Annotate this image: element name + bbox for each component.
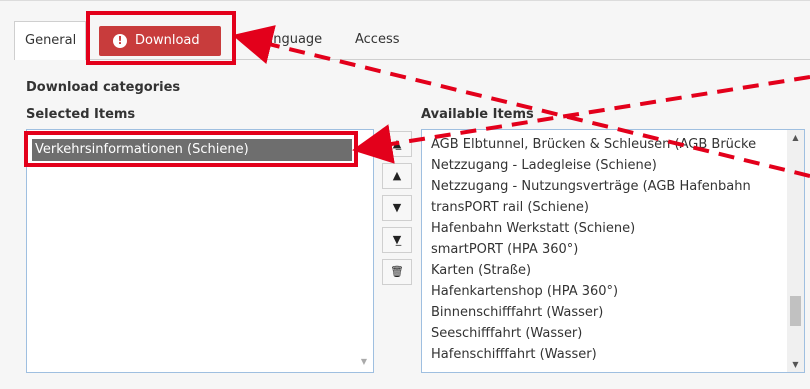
- list-item[interactable]: Hafenkartenshop (HPA 360°): [431, 282, 783, 302]
- move-up-icon: ▲: [392, 169, 402, 182]
- move-down-icon: ▼: [392, 201, 402, 214]
- list-item[interactable]: Netzzugang - Nutzungsverträge (AGB Hafen…: [431, 177, 783, 197]
- list-item[interactable]: Hafenschifffahrt (Wasser): [431, 345, 783, 365]
- move-to-top-icon: ▲̲: [392, 137, 402, 150]
- move-up-button[interactable]: ▲: [382, 163, 412, 189]
- move-to-bottom-button[interactable]: ▼̲: [382, 227, 412, 253]
- list-item[interactable]: Binnenschifffahrt (Wasser): [431, 303, 783, 323]
- selected-items-label: Selected Items: [26, 107, 136, 122]
- vertical-scrollbar[interactable]: ▲ ▼: [787, 130, 804, 372]
- tab-access[interactable]: Access: [345, 21, 415, 59]
- tab-download-label: Download: [135, 33, 200, 48]
- scroll-down-icon[interactable]: ▼: [787, 360, 804, 369]
- tab-bar: General ! Download Language Access: [14, 21, 810, 60]
- remove-button[interactable]: 🗑: [382, 259, 412, 285]
- section-title: Download categories: [26, 80, 181, 95]
- scrollbar-thumb[interactable]: [790, 296, 801, 326]
- move-to-bottom-icon: ▼̲: [392, 233, 402, 246]
- list-item[interactable]: transPORT rail (Schiene): [431, 198, 783, 218]
- settings-panel: General ! Download Language Access Downlo…: [0, 0, 810, 389]
- move-down-button[interactable]: ▼: [382, 195, 412, 221]
- available-items-list[interactable]: AGB Elbtunnel, Brücken & Schleusen (AGB …: [421, 129, 805, 373]
- move-to-top-button[interactable]: ▲̲: [382, 131, 412, 157]
- selected-items-list[interactable]: Verkehrsinformationen (Schiene) ▼: [26, 129, 374, 373]
- tab-language[interactable]: Language: [248, 21, 328, 59]
- selected-item[interactable]: Verkehrsinformationen (Schiene): [32, 139, 352, 161]
- exclamation-circle-icon: !: [113, 33, 127, 48]
- list-item[interactable]: smartPORT (HPA 360°): [431, 240, 783, 260]
- trash-icon: 🗑: [390, 265, 404, 278]
- list-item[interactable]: Seeschifffahrt (Wasser): [431, 324, 783, 344]
- tab-general[interactable]: General: [14, 21, 86, 60]
- list-item[interactable]: Hafenbahn Werkstatt (Schiene): [431, 219, 783, 239]
- list-item[interactable]: Karten (Straße): [431, 261, 783, 281]
- list-item[interactable]: Netzzugang - Ladegleise (Schiene): [431, 156, 783, 176]
- list-item[interactable]: AGB Elbtunnel, Brücken & Schleusen (AGB …: [431, 135, 783, 155]
- tab-download[interactable]: ! Download: [99, 26, 221, 56]
- available-items-label: Available Items: [421, 107, 534, 122]
- scroll-up-icon[interactable]: ▲: [787, 133, 804, 142]
- resize-grip-icon: ▼: [360, 357, 367, 366]
